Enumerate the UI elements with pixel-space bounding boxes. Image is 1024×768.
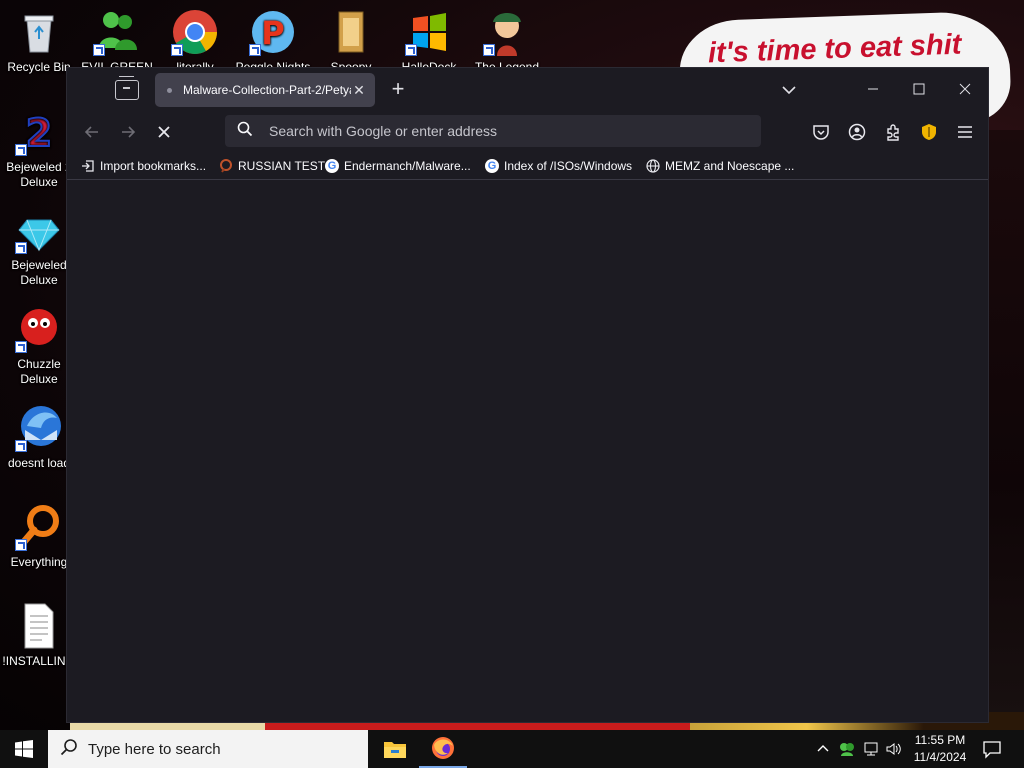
shortcut-arrow-icon: [15, 440, 27, 452]
wallpaper-shadow: [988, 130, 1024, 720]
shortcut-arrow-icon: [15, 341, 27, 353]
maximize-button[interactable]: [896, 74, 942, 104]
desktop-icon-chrome[interactable]: literally: [156, 8, 234, 75]
bookmark-isos-windows[interactable]: G Index of /ISOs/Windows: [485, 157, 632, 175]
network-icon[interactable]: [862, 740, 880, 758]
desktop-icon-spoopy[interactable]: Spoopy: [312, 8, 390, 75]
import-icon: [81, 159, 95, 173]
close-tab-icon[interactable]: ✕: [351, 82, 367, 99]
pocket-icon[interactable]: [809, 120, 833, 144]
shortcut-arrow-icon: [15, 539, 27, 551]
browser-window: Malware-Collection-Part-2/Petya ✕ + Sear…: [66, 67, 989, 723]
bookmark-label: MEMZ and Noescape ...: [665, 159, 795, 173]
search-icon: [237, 121, 253, 142]
legend-icon: [483, 8, 531, 56]
windows-logo-icon: [405, 8, 453, 56]
thunderbird-icon: [15, 404, 63, 452]
back-button[interactable]: [79, 120, 105, 144]
firefox-taskbar-button[interactable]: [419, 730, 467, 768]
svg-text:2: 2: [26, 111, 52, 155]
bookmark-label: Endermanch/Malware...: [344, 159, 471, 173]
page-content-area[interactable]: [67, 181, 988, 722]
shortcut-arrow-icon: [171, 44, 183, 56]
notification-center-icon[interactable]: [982, 739, 1002, 759]
bookmark-russian-test[interactable]: RUSSIAN TEST: [219, 157, 325, 175]
extensions-icon[interactable]: [881, 120, 905, 144]
desktop-icon-hallodock[interactable]: HalloDock: [390, 8, 468, 75]
url-bar-placeholder: Search with Google or enter address: [269, 123, 498, 139]
show-hidden-icons-chevron-icon[interactable]: [814, 740, 832, 758]
tab-active[interactable]: Malware-Collection-Part-2/Petya ✕: [155, 73, 375, 107]
shortcut-arrow-icon: [483, 44, 495, 56]
firefox-view-icon[interactable]: [115, 76, 139, 100]
chuzzle-icon: [15, 305, 63, 353]
taskbar-search-box[interactable]: Type here to search: [48, 730, 368, 768]
search-icon: [60, 738, 78, 761]
bookmark-label: RUSSIAN TEST: [238, 159, 326, 173]
menu-icon[interactable]: [953, 120, 977, 144]
desktop-icon-msn[interactable]: EVIL GREEN: [78, 8, 156, 75]
bookmark-endermanch[interactable]: G Endermanch/Malware...: [325, 157, 471, 175]
bejeweled2-icon: 2: [15, 108, 63, 156]
stop-loading-button[interactable]: [151, 120, 177, 144]
tab-list-chevron-icon[interactable]: [779, 80, 799, 100]
russian-test-icon: [219, 159, 233, 173]
minimize-button[interactable]: [850, 74, 896, 104]
recycle-bin-icon: [15, 8, 63, 56]
start-button[interactable]: [0, 730, 48, 768]
file-explorer-button[interactable]: [371, 730, 419, 768]
chrome-icon: [171, 8, 219, 56]
taskbar-search-placeholder: Type here to search: [88, 740, 221, 758]
clock-date: 11/4/2024: [913, 750, 967, 764]
shortcut-arrow-icon: [405, 44, 417, 56]
wallpaper-strip: [70, 722, 265, 730]
everything-icon: [15, 503, 63, 551]
url-bar[interactable]: Search with Google or enter address: [225, 115, 761, 147]
globe-icon: [646, 159, 660, 173]
close-window-button[interactable]: [942, 74, 988, 104]
bookmark-label: Import bookmarks...: [100, 159, 207, 173]
spoopy-icon: [327, 8, 375, 56]
forward-button[interactable]: [115, 120, 141, 144]
bookmark-memz[interactable]: MEMZ and Noescape ...: [646, 157, 794, 175]
google-icon: G: [325, 159, 339, 173]
nav-bar: Search with Google or enter address: [67, 112, 988, 152]
taskbar-clock[interactable]: 11:55 PM 11/4/2024: [906, 732, 974, 766]
text-file-icon: [15, 602, 63, 650]
tab-bar: Malware-Collection-Part-2/Petya ✕ +: [67, 68, 988, 112]
clock-time: 11:55 PM: [914, 733, 966, 747]
shortcut-arrow-icon: [249, 44, 261, 56]
tray-app-icon[interactable]: [838, 740, 856, 758]
account-icon[interactable]: [845, 120, 869, 144]
bookmarks-toolbar: Import bookmarks... RUSSIAN TEST G Ender…: [67, 152, 988, 180]
peggle-icon: P: [249, 8, 297, 56]
bookmark-import[interactable]: Import bookmarks...: [81, 157, 206, 175]
google-icon: G: [485, 159, 499, 173]
bookmark-label: Index of /ISOs/Windows: [504, 159, 633, 173]
desktop-icon-peggle[interactable]: P Peggle Nights: [234, 8, 312, 75]
loading-dot-icon: [167, 87, 172, 93]
tab-title: Malware-Collection-Part-2/Petya: [183, 83, 351, 97]
desktop-icon-recycle-bin[interactable]: Recycle Bin: [0, 8, 78, 75]
wallpaper-strip: [265, 722, 690, 730]
shortcut-arrow-icon: [15, 242, 27, 254]
taskbar: Type here to search 11:55 PM 11/4/2024: [0, 730, 1024, 768]
shortcut-arrow-icon: [93, 44, 105, 56]
new-tab-button[interactable]: +: [387, 77, 409, 101]
shortcut-arrow-icon: [15, 144, 27, 156]
msn-icon: [93, 8, 141, 56]
volume-icon[interactable]: [884, 740, 902, 758]
desktop-icon-the-legend[interactable]: The Legend: [468, 8, 546, 75]
bejeweled-icon: [15, 206, 63, 254]
svg-text:P: P: [261, 14, 284, 52]
shield-extension-icon[interactable]: [917, 120, 941, 144]
